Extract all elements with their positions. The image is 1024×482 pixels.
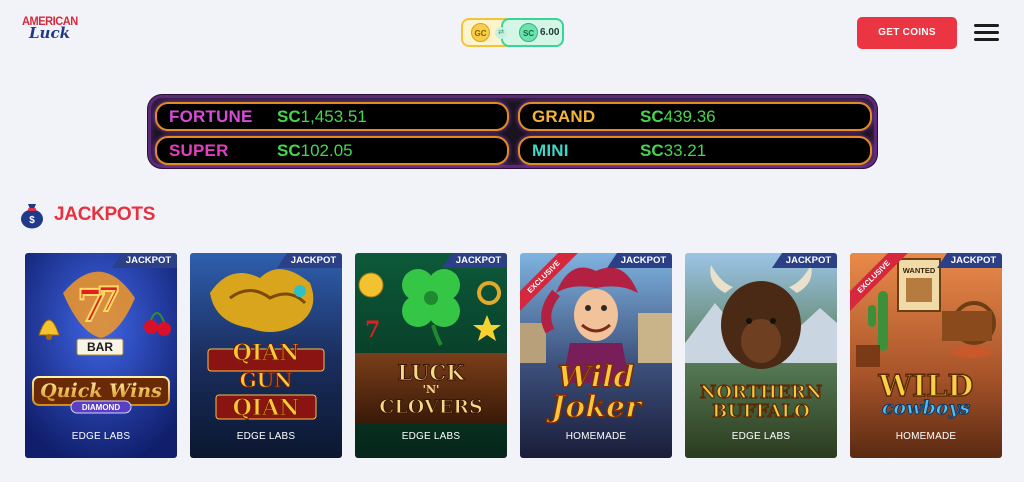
swap-arrows-icon: ⇄ xyxy=(495,27,507,39)
game-card-northern-buffalo[interactable]: NORTHERN BUFFALO JACKPOT EDGE LABS xyxy=(685,253,837,458)
jackpot-amount: SC102.05 xyxy=(277,141,353,160)
logo-text-bottom: Luck xyxy=(29,24,70,42)
game-studio: HOMEMADE xyxy=(565,431,627,442)
game-card-luck-n-clovers[interactable]: 7 LUCK 'N' CLOVERS JACKPOT EDGE LABS xyxy=(355,253,507,458)
game-thumbnail: QIAN GUN QIAN xyxy=(190,253,342,458)
svg-text:LUCK: LUCK xyxy=(398,360,466,385)
svg-text:'N': 'N' xyxy=(423,383,440,396)
jackpot-fortune: FORTUNE SC1,453.51 xyxy=(155,102,509,131)
jackpot-amount: SC33.21 xyxy=(640,141,707,160)
svg-text:cowboys: cowboys xyxy=(882,397,971,419)
game-card-wild-joker[interactable]: Wild Joker EXCLUSIVE JACKPOT HOMEMADE xyxy=(520,253,672,458)
jackpot-name: GRAND xyxy=(532,107,596,126)
game-card-wild-cowboys[interactable]: WANTED WILD cowboys EXCLUSIVE JACKPOT HO… xyxy=(850,253,1002,458)
jackpot-tag: JACKPOT xyxy=(442,253,507,268)
game-card-quick-wins[interactable]: 7 7 BAR Quick Wins DIAMOND JACKPOT EDGE … xyxy=(25,253,177,458)
jackpot-amount: SC439.36 xyxy=(640,107,716,126)
svg-text:7: 7 xyxy=(365,317,380,343)
svg-text:NORTHERN: NORTHERN xyxy=(700,382,822,403)
jackpot-tag: JACKPOT xyxy=(607,253,672,268)
jackpot-ticker: FORTUNE SC1,453.51 GRAND SC439.36 SUPER … xyxy=(148,95,877,168)
svg-text:Quick Wins: Quick Wins xyxy=(40,380,162,402)
money-bag-icon: $ xyxy=(21,204,43,229)
svg-text:BAR: BAR xyxy=(87,340,113,354)
jackpot-name: MINI xyxy=(532,141,569,160)
svg-text:DIAMOND: DIAMOND xyxy=(82,403,120,412)
game-thumbnail: 7 7 BAR Quick Wins DIAMOND xyxy=(25,253,177,458)
jackpot-name: FORTUNE xyxy=(169,107,253,126)
jackpot-super: SUPER SC102.05 xyxy=(155,136,509,165)
svg-text:CLOVERS: CLOVERS xyxy=(379,396,482,418)
game-thumbnail: NORTHERN BUFFALO xyxy=(685,253,837,458)
game-card-qian-gun-qian[interactable]: QIAN GUN QIAN JACKPOT EDGE LABS xyxy=(190,253,342,458)
svg-text:$: $ xyxy=(29,215,35,226)
svg-text:GUN: GUN xyxy=(240,368,293,392)
game-thumbnail: 7 LUCK 'N' CLOVERS xyxy=(355,253,507,458)
game-studio: EDGE LABS xyxy=(236,431,296,442)
currency-switcher[interactable]: GC ⇄ SC 6.00 xyxy=(461,18,564,47)
game-studio: HOMEMADE xyxy=(895,431,957,442)
svg-text:7: 7 xyxy=(97,280,121,320)
jackpot-tag: JACKPOT xyxy=(112,253,177,268)
game-studio: EDGE LABS xyxy=(731,431,791,442)
svg-text:Joker: Joker xyxy=(546,390,643,425)
svg-text:QIAN: QIAN xyxy=(233,395,300,421)
game-studio: EDGE LABS xyxy=(401,431,461,442)
jackpots-section-header: $ JACKPOTS xyxy=(19,200,155,230)
section-title: JACKPOTS xyxy=(54,204,156,225)
logo-text-top: AMERICAN xyxy=(22,14,78,28)
jackpot-tag: JACKPOT xyxy=(772,253,837,268)
get-coins-button[interactable]: GET COINS xyxy=(857,17,957,49)
jackpot-amount: SC1,453.51 xyxy=(277,107,367,126)
game-studio: EDGE LABS xyxy=(71,431,131,442)
sweeps-coin-icon: SC xyxy=(519,23,538,42)
jackpot-tag: JACKPOT xyxy=(937,253,1002,268)
sweeps-coin-toggle[interactable]: SC 6.00 xyxy=(501,18,564,47)
american-luck-logo[interactable]: AMERICAN Luck xyxy=(22,14,78,49)
svg-text:WANTED: WANTED xyxy=(903,266,936,275)
jackpot-tag: JACKPOT xyxy=(277,253,342,268)
svg-text:BUFFALO: BUFFALO xyxy=(712,401,810,422)
gold-coin-icon: GC xyxy=(471,23,490,42)
hamburger-menu-icon[interactable] xyxy=(974,24,999,42)
svg-text:QIAN: QIAN xyxy=(233,340,300,366)
jackpot-mini: MINI SC33.21 xyxy=(518,136,872,165)
jackpot-name: SUPER xyxy=(169,141,229,160)
sweeps-coin-balance: 6.00 xyxy=(540,27,560,38)
jackpot-grand: GRAND SC439.36 xyxy=(518,102,872,131)
